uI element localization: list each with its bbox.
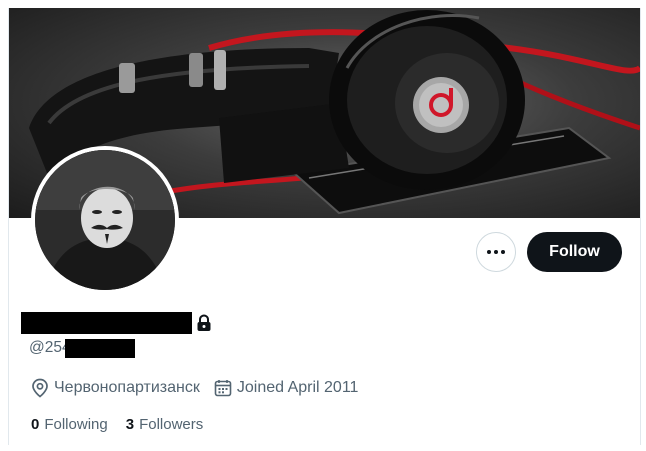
follow-counts: 0 Following 3 Followers	[31, 414, 221, 434]
avatar-mask-image	[35, 150, 175, 290]
handle-row: @254	[29, 337, 135, 359]
calendar-icon	[214, 380, 232, 397]
display-name-row	[21, 311, 212, 335]
lock-icon	[197, 314, 211, 331]
more-options-button[interactable]	[476, 232, 516, 272]
joined-text: Joined April 2011	[236, 379, 359, 396]
following-count: 0	[31, 415, 40, 433]
followers-label: Followers	[139, 415, 204, 433]
redacted-handle-block	[64, 338, 135, 358]
more-horizontal-icon	[487, 250, 505, 254]
followers-count: 3	[125, 415, 135, 433]
profile-avatar[interactable]	[31, 146, 179, 294]
joined-item: Joined April 2011	[214, 379, 359, 397]
redacted-name-block	[21, 312, 192, 334]
profile-meta: Червонопартизанск Joined April 2011	[31, 377, 372, 399]
profile-card: Follow @254 Червонопартизанск Joined Apr…	[8, 8, 641, 445]
following-label: Following	[44, 415, 108, 433]
location-text: Червонопартизанск	[54, 379, 200, 396]
location-pin-icon	[32, 378, 48, 398]
followers-link[interactable]: 3 Followers	[126, 416, 204, 433]
follow-button[interactable]: Follow	[527, 232, 622, 272]
following-link[interactable]: 0 Following	[31, 416, 108, 433]
location-item: Червонопартизанск	[31, 378, 200, 398]
